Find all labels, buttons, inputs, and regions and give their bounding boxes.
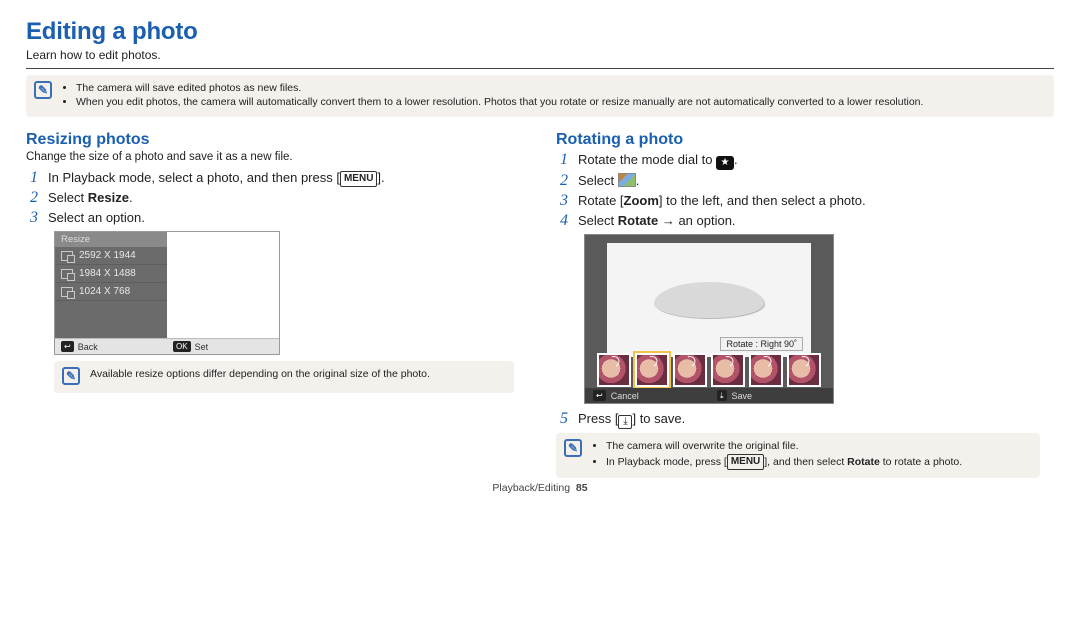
step-text: Select . xyxy=(578,173,639,188)
rotate-note-item: The camera will overwrite the original f… xyxy=(606,439,962,453)
menu-chip: MENU xyxy=(340,171,377,187)
back-key-icon: ↩ xyxy=(61,341,74,352)
photo-edit-icon xyxy=(618,173,636,187)
note-icon: ✎ xyxy=(34,81,52,99)
col-resizing: Resizing photos Change the size of a pho… xyxy=(26,131,524,477)
rotate-cancel-label: Cancel xyxy=(611,391,639,401)
step-text-frag: ]. xyxy=(377,170,384,185)
step-number: 3 xyxy=(556,192,568,210)
top-note-item: When you edit photos, the camera will au… xyxy=(76,95,923,109)
top-note-box: ✎ The camera will save edited photos as … xyxy=(26,75,1054,117)
step-number: 2 xyxy=(26,189,38,207)
rotate-label: Rotate : Right 90˚ xyxy=(720,337,803,351)
col-rotating: Rotating a photo 1 Rotate the mode dial … xyxy=(556,131,1054,477)
step-bold: Resize xyxy=(88,190,129,205)
rotate-thumb[interactable] xyxy=(673,353,707,387)
step-text: Press [⤓] to save. xyxy=(578,411,685,429)
step-number: 1 xyxy=(26,169,38,187)
section-heading-resizing: Resizing photos xyxy=(26,131,524,149)
step-text: Rotate the mode dial to ★. xyxy=(578,152,738,170)
mode-dial-icon: ★ xyxy=(716,156,734,170)
note-icon: ✎ xyxy=(62,367,80,385)
resize-back-button[interactable]: ↩ Back xyxy=(55,339,167,354)
step-bold: Rotate xyxy=(618,213,658,228)
rotate-note-box: ✎ The camera will overwrite the original… xyxy=(556,433,1040,477)
rotate-ui-mock: Rotate : Right 90˚ ↩ Cancel ⤓ Save xyxy=(584,234,834,404)
resize-option[interactable]: 1984 X 1488 xyxy=(55,265,167,283)
page-intro: Learn how to edit photos. xyxy=(26,48,1054,62)
rotate-save-label: Save xyxy=(732,391,753,401)
note-bold: Rotate xyxy=(847,456,880,468)
page-footer: Playback/Editing 85 xyxy=(26,482,1054,494)
step-text-frag: Select xyxy=(578,213,618,228)
rotate-thumb[interactable] xyxy=(749,353,783,387)
note-frag: In Playback mode, press [ xyxy=(606,456,727,468)
resize-ui-mock: Resize 2592 X 1944 1984 X 1488 1024 X 76… xyxy=(54,231,280,355)
rotate-save-button[interactable]: ⤓ Save xyxy=(709,388,833,403)
step-number: 1 xyxy=(556,151,568,169)
note-icon: ✎ xyxy=(564,439,582,457)
resize-option-label: 1984 X 1488 xyxy=(79,268,136,279)
step-text: Select an option. xyxy=(48,210,145,225)
footer-page: 85 xyxy=(576,482,588,494)
step-text-frag: an option. xyxy=(678,213,735,228)
resize-set-button[interactable]: OK Set xyxy=(167,339,279,354)
resize-note-text: Available resize options differ dependin… xyxy=(90,367,430,381)
step-number: 5 xyxy=(556,410,568,428)
step-number: 3 xyxy=(26,209,38,227)
resize-note-box: ✎ Available resize options differ depend… xyxy=(54,361,514,393)
step-text: Rotate [Zoom] to the left, and then sele… xyxy=(578,193,866,208)
step-number: 2 xyxy=(556,172,568,190)
rotate-thumb[interactable] xyxy=(597,353,631,387)
step-text-frag: Rotate the mode dial to xyxy=(578,152,716,167)
step-text: Select Rotate → an option. xyxy=(578,213,736,228)
note-frag: ], and then select xyxy=(764,456,847,468)
resolution-icon xyxy=(61,251,73,261)
rotate-thumb[interactable] xyxy=(787,353,821,387)
resolution-icon xyxy=(61,287,73,297)
resize-ui-header: Resize xyxy=(55,232,167,247)
resize-preview xyxy=(167,232,279,338)
step-text-frag: . xyxy=(129,190,133,205)
section-heading-rotating: Rotating a photo xyxy=(556,131,1054,149)
step-text-frag: Select xyxy=(578,173,618,188)
resize-set-label: Set xyxy=(195,342,209,352)
save-key-icon: ⤓ xyxy=(717,390,727,401)
step-text-frag: . xyxy=(734,152,738,167)
step-number: 4 xyxy=(556,212,568,230)
step-text-frag: In Playback mode, select a photo, and th… xyxy=(48,170,340,185)
resize-option[interactable]: 2592 X 1944 xyxy=(55,247,167,265)
divider xyxy=(26,68,1054,69)
step-bold: Zoom xyxy=(624,193,659,208)
back-key-icon: ↩ xyxy=(593,390,606,401)
section-sub-resizing: Change the size of a photo and save it a… xyxy=(26,151,524,163)
top-note-item: The camera will save edited photos as ne… xyxy=(76,81,923,95)
rotate-thumb-selected[interactable] xyxy=(635,353,669,387)
rotate-thumb[interactable] xyxy=(711,353,745,387)
resize-option[interactable]: 1024 X 768 xyxy=(55,283,167,301)
step-text-frag: ] to save. xyxy=(632,411,685,426)
step-text-frag: Rotate [ xyxy=(578,193,624,208)
arrow-icon: → xyxy=(658,213,678,228)
menu-chip: MENU xyxy=(727,454,764,470)
rotate-cancel-button[interactable]: ↩ Cancel xyxy=(585,388,709,403)
step-text-frag: ] to the left, and then select a photo. xyxy=(659,193,866,208)
resize-option-label: 2592 X 1944 xyxy=(79,250,136,261)
footer-section: Playback/Editing xyxy=(492,482,570,494)
rotate-thumb-row xyxy=(597,353,821,387)
rotate-note-item: In Playback mode, press [MENU], and then… xyxy=(606,454,962,470)
note-frag: to rotate a photo. xyxy=(880,456,962,468)
resolution-icon xyxy=(61,269,73,279)
step-text-frag: Press [ xyxy=(578,411,618,426)
step-text-frag: . xyxy=(636,173,640,188)
step-text: Select Resize. xyxy=(48,190,133,205)
step-text-frag: Select xyxy=(48,190,88,205)
resize-option-label: 1024 X 768 xyxy=(79,286,130,297)
resize-back-label: Back xyxy=(78,342,98,352)
page-title: Editing a photo xyxy=(26,18,1054,46)
save-icon: ⤓ xyxy=(618,415,632,429)
ok-key-icon: OK xyxy=(173,341,191,352)
step-text: In Playback mode, select a photo, and th… xyxy=(48,170,385,187)
